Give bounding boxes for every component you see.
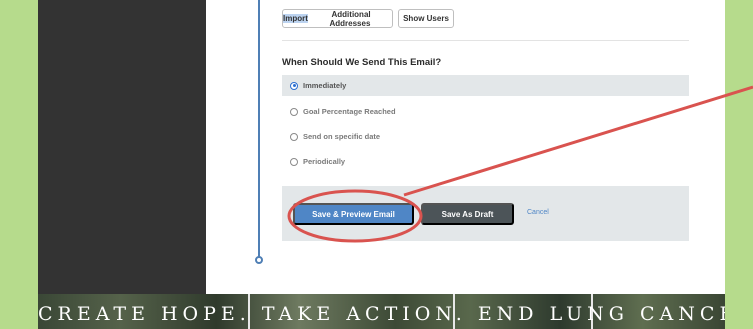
annotation-arrow <box>403 85 753 197</box>
screenshot-frame: Import Additional Addresses Show Users W… <box>0 0 753 329</box>
highlight-circle <box>287 189 423 243</box>
annotation-overlay <box>287 85 753 243</box>
